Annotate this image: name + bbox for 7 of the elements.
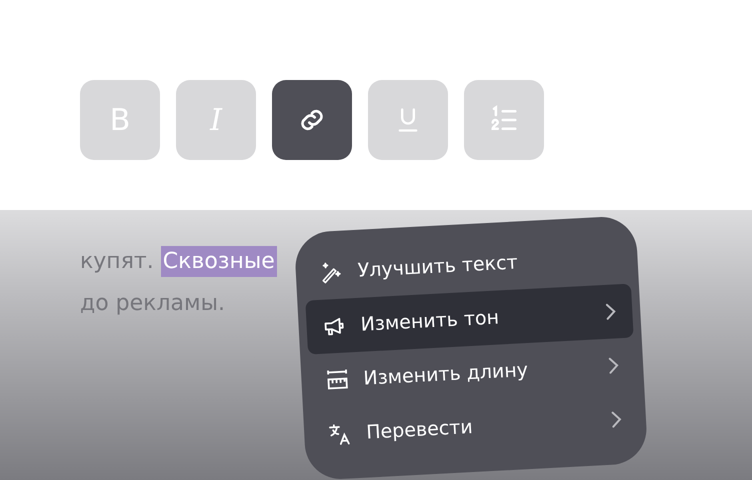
selected-text: Сквозные [160, 246, 277, 277]
underline-button[interactable] [368, 80, 448, 160]
paragraph-text: купят. [80, 249, 154, 274]
paragraph-text: до рекламы. [80, 291, 225, 316]
menu-item[interactable]: Изменить тон [305, 284, 634, 355]
link-button[interactable] [272, 80, 352, 160]
list-button[interactable] [464, 80, 544, 160]
